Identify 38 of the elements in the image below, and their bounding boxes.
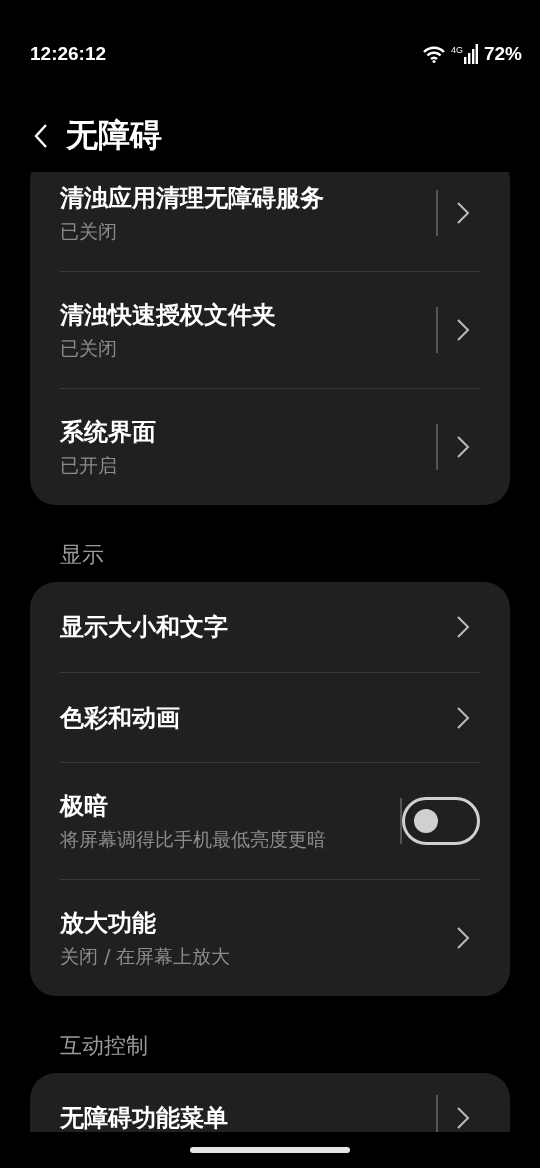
item-title: 清浊应用清理无障碍服务 bbox=[60, 182, 325, 213]
settings-item[interactable]: 清浊应用清理无障碍服务 已关闭 bbox=[60, 172, 480, 271]
signal-icon bbox=[463, 44, 478, 64]
page-title: 无障碍 bbox=[66, 115, 162, 156]
item-subtitle: 关闭 / 在屏幕上放大 bbox=[60, 944, 232, 968]
status-time: 12:26:12 bbox=[30, 42, 107, 66]
item-title: 极暗 bbox=[60, 791, 109, 821]
item-title: 色彩和动画 bbox=[60, 702, 181, 733]
section-label: 互动控制 bbox=[60, 1033, 148, 1058]
settings-item[interactable]: 无障碍功能菜单 bbox=[60, 1073, 480, 1132]
item-title: 系统界面 bbox=[60, 417, 157, 447]
item-title: 放大功能 bbox=[60, 908, 157, 938]
settings-item[interactable]: 系统界面 已开启 bbox=[60, 388, 480, 505]
toggle-switch[interactable] bbox=[402, 797, 480, 845]
settings-item[interactable]: 显示大小和文字 bbox=[60, 582, 480, 672]
item-subtitle: 将屏幕调得比手机最低亮度更暗 bbox=[60, 827, 327, 851]
settings-item[interactable]: 色彩和动画 bbox=[60, 672, 480, 762]
chevron-right-icon bbox=[456, 705, 470, 730]
section-label: 显示 bbox=[60, 542, 104, 567]
back-icon[interactable] bbox=[34, 123, 48, 149]
network-type: 4G bbox=[450, 46, 463, 55]
chevron-right-icon bbox=[456, 200, 470, 225]
item-subtitle: 已关闭 bbox=[60, 336, 118, 360]
wifi-icon bbox=[422, 45, 445, 63]
chevron-right-icon bbox=[456, 615, 470, 639]
item-subtitle: 已关闭 bbox=[60, 218, 118, 243]
settings-item[interactable]: 清浊快速授权文件夹 已关闭 bbox=[60, 271, 480, 388]
chevron-right-icon bbox=[456, 1106, 470, 1130]
chevron-right-icon bbox=[456, 318, 470, 342]
settings-item[interactable]: 极暗 将屏幕调得比手机最低亮度更暗 bbox=[60, 762, 480, 879]
chevron-right-icon bbox=[456, 926, 470, 950]
chevron-right-icon bbox=[456, 435, 470, 459]
settings-item[interactable]: 放大功能 关闭 / 在屏幕上放大 bbox=[60, 879, 480, 996]
item-title: 清浊快速授权文件夹 bbox=[60, 300, 277, 330]
item-title: 无障碍功能菜单 bbox=[60, 1103, 229, 1132]
battery-level: 72% bbox=[483, 42, 522, 66]
item-title: 显示大小和文字 bbox=[60, 612, 229, 642]
item-subtitle: 已开启 bbox=[60, 453, 118, 477]
